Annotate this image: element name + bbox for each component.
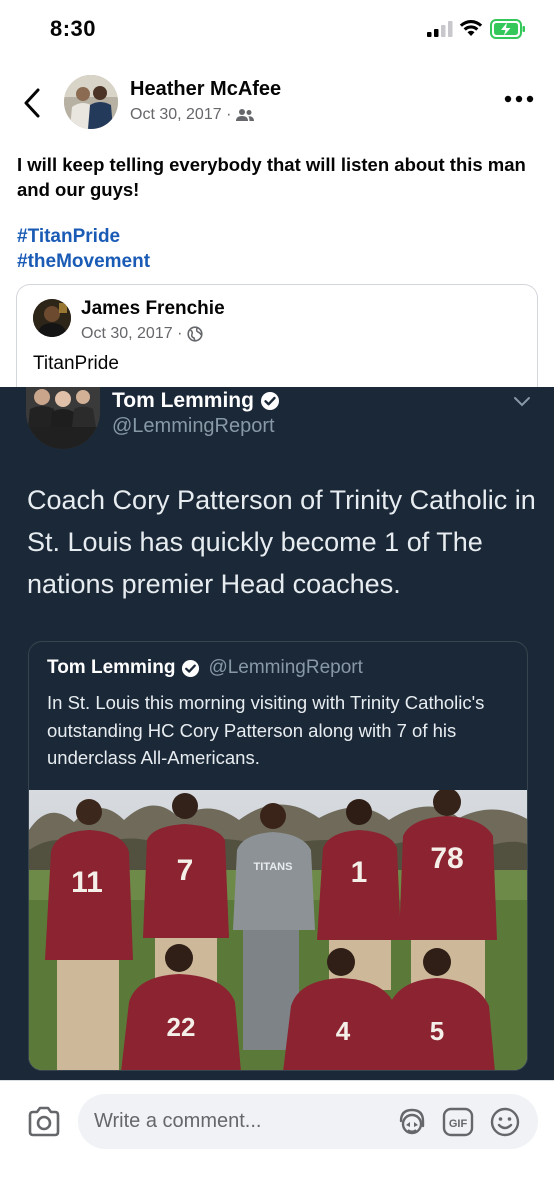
verified-badge-icon: [182, 659, 200, 677]
friends-icon: [236, 109, 255, 121]
shared-photo[interactable]: Tom Lemming @LemmingReport Coach Cory Pa…: [0, 387, 554, 1080]
quoted-tweet-text: In St. Louis this morning visiting with …: [47, 692, 485, 768]
cellular-signal-icon: [427, 21, 453, 37]
post-date: Oct 30, 2017 ·: [130, 106, 232, 123]
tweet-author-name: Tom Lemming: [112, 389, 254, 412]
quoted-tweet: Tom Lemming @LemmingReport In St. Louis …: [28, 641, 528, 1071]
jersey-number: 5: [430, 1016, 444, 1046]
back-button[interactable]: [18, 86, 48, 120]
wifi-icon: [459, 20, 483, 36]
battery-charging-icon: [490, 19, 525, 39]
hashtags: #TitanPride #theMovement: [17, 224, 150, 274]
jersey-number: 22: [167, 1012, 196, 1042]
tweet-text: Coach Cory Patterson of Trinity Catholic…: [27, 485, 536, 599]
quoted-tweet-header: Tom Lemming @LemmingReport: [47, 657, 363, 679]
shared-author-name[interactable]: James Frenchie: [81, 298, 225, 320]
jersey-number: 7: [177, 854, 194, 887]
jersey-number: 4: [336, 1016, 351, 1046]
gif-label: GIF: [449, 1118, 468, 1130]
status-bar: 8:30: [0, 0, 554, 60]
jersey-number: 11: [71, 866, 103, 899]
jersey-number: 1: [351, 856, 368, 889]
shared-post-card[interactable]: James Frenchie Oct 30, 2017 · TitanPride: [16, 284, 538, 404]
shared-post-meta: Oct 30, 2017 ·: [81, 325, 203, 343]
tweet-author-name-row: Tom Lemming: [112, 389, 280, 413]
comment-placeholder: Write a comment...: [94, 1110, 262, 1132]
more-options-button[interactable]: [503, 92, 535, 106]
chevron-down-icon: [514, 397, 530, 407]
author-name[interactable]: Heather McAfee: [130, 78, 281, 101]
avatar-sticker-button[interactable]: [396, 1106, 428, 1138]
jersey-number: 78: [430, 842, 463, 875]
camera-button[interactable]: [26, 1105, 62, 1139]
post-meta: Oct 30, 2017 ·: [130, 106, 255, 124]
shared-author-avatar[interactable]: [33, 299, 71, 337]
post-text: I will keep telling everybody that will …: [17, 154, 526, 200]
author-avatar[interactable]: [64, 75, 118, 129]
shared-post-text: TitanPride: [33, 353, 119, 374]
quoted-tweet-author-name: Tom Lemming: [47, 657, 176, 678]
status-time: 8:30: [50, 16, 97, 41]
globe-icon: [187, 326, 203, 342]
shared-post-date: Oct 30, 2017 ·: [81, 325, 183, 342]
hashtag-link[interactable]: #TitanPride: [17, 224, 150, 249]
emoji-button[interactable]: [489, 1106, 521, 1138]
gif-button[interactable]: GIF: [442, 1107, 474, 1137]
team-photo: 11 7 TITANS 1 78 22 4 5: [29, 790, 527, 1070]
tweet-author-handle: @LemmingReport: [112, 415, 275, 437]
hashtag-link[interactable]: #theMovement: [17, 249, 150, 274]
comment-input[interactable]: Write a comment... GIF: [78, 1094, 538, 1149]
tweet-author-avatar: [26, 387, 100, 449]
quoted-tweet-author-handle: @LemmingReport: [208, 657, 363, 678]
verified-badge-icon: [260, 392, 279, 410]
coach-shirt-text: TITANS: [254, 861, 293, 873]
comment-bar: Write a comment... GIF: [0, 1080, 554, 1200]
